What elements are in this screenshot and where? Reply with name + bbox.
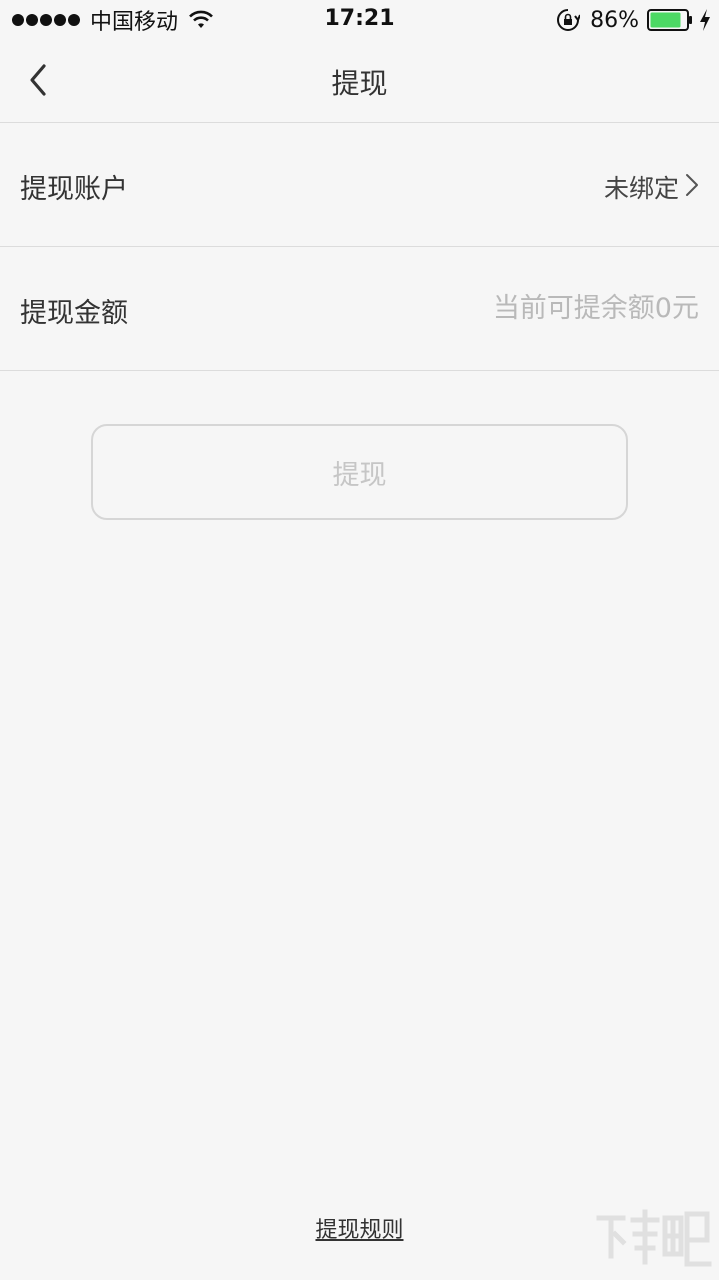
nav-bar: 提现 — [0, 40, 719, 123]
withdraw-amount-row: 提现金额 — [0, 247, 719, 371]
page-title: 提现 — [331, 67, 388, 100]
withdraw-amount-label: 提现金额 — [20, 298, 128, 329]
watermark-logo — [596, 1209, 712, 1267]
status-bar: 中国移动 17:21 86% — [0, 0, 719, 40]
withdraw-account-value: 未绑定 — [603, 174, 679, 203]
withdraw-button[interactable]: 提现 — [91, 424, 628, 520]
orientation-lock-icon — [557, 9, 581, 31]
battery-percentage: 86% — [590, 7, 639, 33]
charging-icon — [700, 9, 710, 31]
chevron-right-icon — [686, 174, 698, 196]
withdraw-account-row[interactable]: 提现账户 未绑定 — [0, 123, 719, 247]
withdraw-account-label: 提现账户 — [20, 174, 128, 205]
battery-icon — [647, 9, 692, 31]
withdraw-amount-input[interactable] — [379, 285, 699, 331]
status-right: 86% — [556, 6, 711, 34]
